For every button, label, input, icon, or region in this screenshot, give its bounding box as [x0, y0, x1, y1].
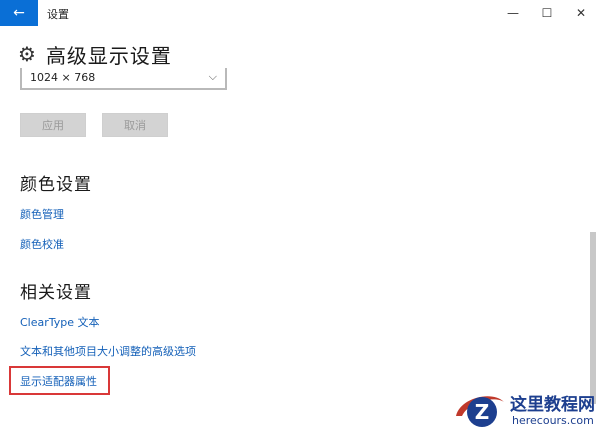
back-button[interactable]: ←: [0, 0, 38, 26]
watermark-domain: herecours.com: [512, 414, 594, 427]
maximize-button[interactable]: ☐: [530, 0, 564, 26]
chevron-down-icon: ⌵: [208, 70, 217, 83]
title-bar: ← 设置 — ☐ ✕: [0, 0, 600, 26]
back-arrow-icon: ←: [13, 5, 25, 21]
resolution-dropdown[interactable]: 1024 × 768 ⌵: [20, 68, 227, 90]
highlight-box: [9, 366, 110, 395]
svg-text:Z: Z: [475, 400, 490, 424]
color-calibration-link[interactable]: 颜色校准: [20, 236, 64, 252]
advanced-sizing-link[interactable]: 文本和其他项目大小调整的高级选项: [20, 343, 196, 359]
color-settings-heading: 颜色设置: [20, 175, 92, 195]
gear-icon: ⚙: [18, 42, 36, 66]
close-icon: ✕: [575, 6, 587, 20]
related-settings-heading: 相关设置: [20, 283, 92, 303]
scrollbar-thumb[interactable]: [590, 232, 596, 404]
page-header: ⚙ 高级显示设置: [18, 41, 172, 68]
page-title: 高级显示设置: [45, 43, 172, 68]
watermark-logo-icon: Z: [456, 396, 504, 427]
minimize-icon: —: [507, 6, 519, 20]
cleartype-link[interactable]: ClearType 文本: [20, 314, 100, 330]
color-management-link[interactable]: 颜色管理: [20, 206, 64, 222]
minimize-button[interactable]: —: [496, 0, 530, 26]
apply-button[interactable]: 应用: [20, 113, 86, 137]
resolution-value: 1024 × 768: [30, 71, 96, 84]
maximize-icon: ☐: [541, 6, 553, 20]
close-button[interactable]: ✕: [564, 0, 598, 26]
watermark: Z 这里教程网 herecours.com: [452, 386, 598, 432]
watermark-brand: 这里教程网: [510, 395, 595, 415]
cancel-button[interactable]: 取消: [102, 113, 168, 137]
window-title: 设置: [47, 8, 69, 21]
